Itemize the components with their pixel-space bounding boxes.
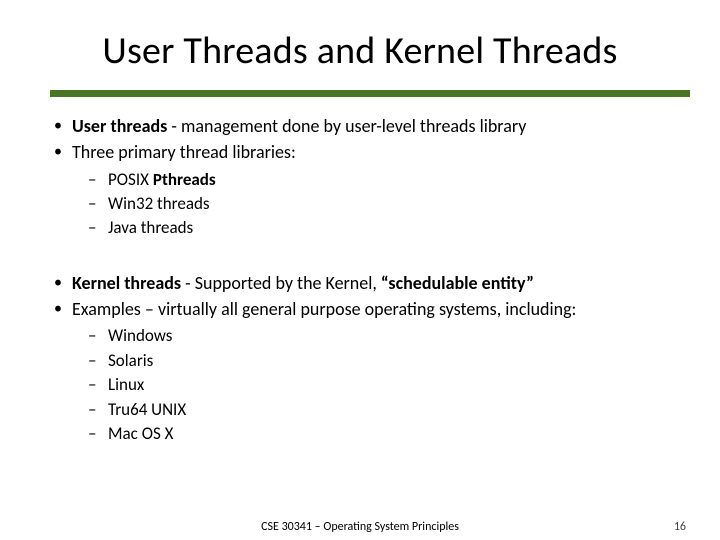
- bullet-list: User threads - management done by user-l…: [50, 115, 670, 446]
- bullet-user-threads: User threads - management done by user-l…: [50, 115, 670, 139]
- bullet-os-examples: Examples – virtually all general purpose…: [50, 298, 670, 322]
- slide-title: User Threads and Kernel Threads: [50, 28, 670, 74]
- os-windows: Windows: [50, 325, 670, 347]
- bullet-thread-libraries: Three primary thread libraries:: [50, 141, 670, 165]
- thread-libraries-list: POSIX Pthreads Win32 threads Java thread…: [50, 169, 670, 240]
- user-threads-term: User threads: [72, 115, 167, 137]
- lib-pthreads: POSIX Pthreads: [50, 169, 670, 191]
- slide-body: User threads - management done by user-l…: [50, 115, 670, 446]
- lib-pthreads-pre: POSIX: [108, 169, 153, 190]
- lib-pthreads-name: Pthreads: [153, 169, 216, 190]
- user-threads-text: - management done by user-level threads …: [167, 115, 526, 137]
- os-tru64: Tru64 UNIX: [50, 399, 670, 421]
- slide: User Threads and Kernel Threads User thr…: [0, 0, 720, 540]
- kernel-threads-mid: - Supported by the Kernel,: [181, 272, 381, 294]
- os-linux: Linux: [50, 374, 670, 396]
- os-list: Windows Solaris Linux Tru64 UNIX Mac OS …: [50, 325, 670, 445]
- lib-java: Java threads: [50, 217, 670, 239]
- footer-course: CSE 30341 – Operating System Principles: [0, 520, 720, 534]
- bullet-kernel-threads: Kernel threads - Supported by the Kernel…: [50, 272, 670, 296]
- lib-win32: Win32 threads: [50, 193, 670, 215]
- title-underline: [50, 90, 690, 97]
- footer-page-number: 16: [674, 520, 686, 534]
- os-macosx: Mac OS X: [50, 423, 670, 445]
- schedulable-entity: “schedulable entity”: [381, 272, 534, 294]
- kernel-threads-term: Kernel threads: [72, 272, 181, 294]
- os-solaris: Solaris: [50, 350, 670, 372]
- spacer: [50, 254, 670, 272]
